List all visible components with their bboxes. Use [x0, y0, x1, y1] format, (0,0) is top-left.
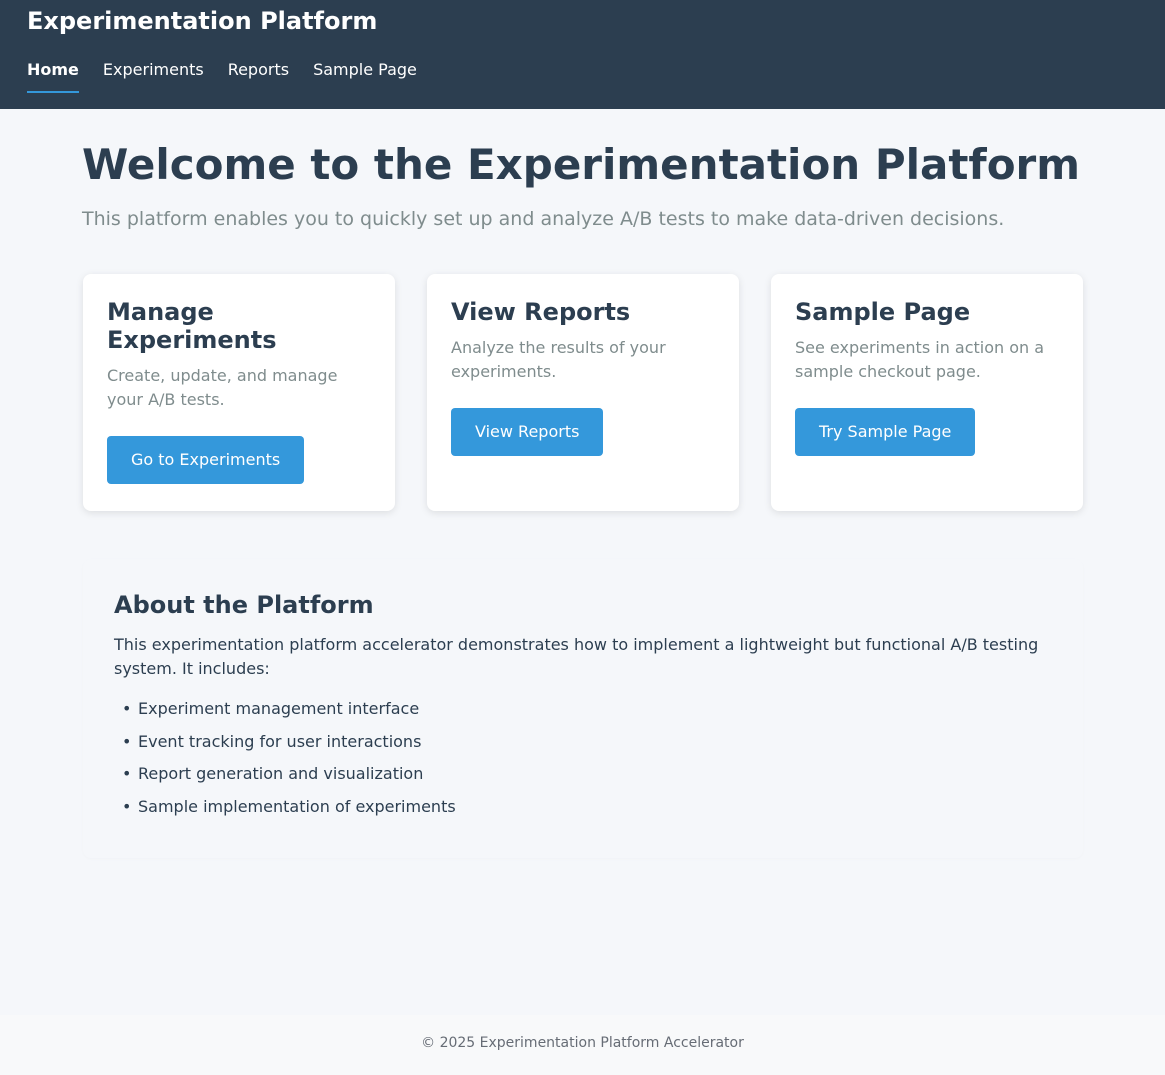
page: Experimentation Platform Home Experiment…: [0, 0, 1165, 1075]
card-description: See experiments in action on a sample ch…: [795, 338, 1045, 381]
top-header: Experimentation Platform Home Experiment…: [0, 0, 1165, 109]
list-item-label: Sample implementation of experiments: [138, 796, 456, 816]
list-item: • Sample implementation of experiments: [122, 795, 1052, 819]
card-manage-experiments: Manage Experiments Create, update, and m…: [83, 274, 395, 511]
footer-text: © 2025 Experimentation Platform Accelera…: [421, 1035, 744, 1051]
feature-list: • Experiment management interface • Event …: [114, 697, 1052, 819]
bullet-icon: •: [122, 731, 132, 751]
go-to-experiments-button[interactable]: Go to Experiments: [107, 436, 305, 484]
main-nav: Home Experiments Reports Sample Page: [27, 58, 441, 93]
list-item: • Report generation and visualization: [122, 762, 1052, 786]
app-title[interactable]: Experimentation Platform: [27, 5, 377, 37]
card-sample-page: Sample Page See experiments in action on…: [771, 274, 1083, 511]
card-description: Analyze the results of your experiments.: [451, 338, 666, 381]
try-sample-page-button[interactable]: Try Sample Page: [795, 408, 976, 456]
nav-item-sample-page[interactable]: Sample Page: [313, 58, 417, 93]
bullet-icon: •: [122, 699, 132, 718]
list-item-label: Event tracking for user interactions: [138, 731, 422, 751]
nav-item-experiments[interactable]: Experiments: [103, 58, 204, 93]
card-view-reports: View Reports Analyze the results of your…: [427, 274, 739, 511]
card-title: Sample Page: [795, 298, 971, 326]
list-item-label: Report generation and visualization: [138, 764, 424, 783]
card-title: View Reports: [451, 298, 631, 326]
about-section: About the Platform This experimentation …: [83, 559, 1083, 858]
bullet-icon: •: [122, 764, 132, 783]
nav-item-reports[interactable]: Reports: [228, 58, 289, 93]
list-item-label: Experiment management interface: [138, 699, 420, 718]
page-subtitle: This platform enables you to quickly set…: [82, 208, 1005, 230]
about-title: About the Platform: [114, 591, 374, 619]
list-item: • Event tracking for user interactions: [122, 730, 1052, 754]
list-item: • Experiment management interface: [122, 697, 1052, 721]
card-description: Create, update, and manage your A/B test…: [107, 366, 338, 409]
view-reports-button[interactable]: View Reports: [451, 408, 604, 456]
about-text: This experimentation platform accelerato…: [114, 635, 1039, 678]
footer: © 2025 Experimentation Platform Accelera…: [0, 1015, 1165, 1075]
bullet-icon: •: [122, 796, 132, 816]
nav-item-home[interactable]: Home: [27, 58, 79, 93]
card-title: Manage Experiments: [107, 298, 277, 354]
page-title: Welcome to the Experimentation Platform: [82, 140, 1081, 189]
